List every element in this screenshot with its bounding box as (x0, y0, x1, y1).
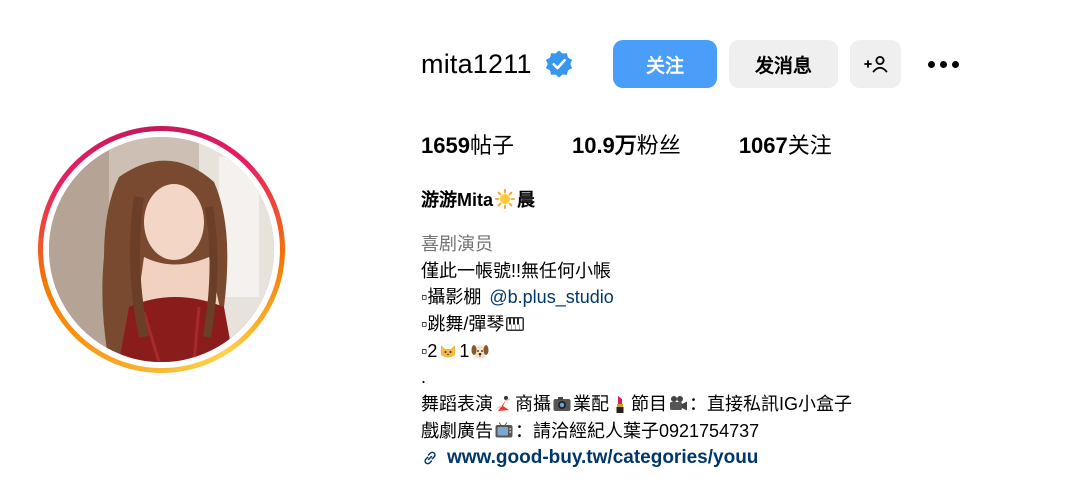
dancer-emoji-icon (496, 396, 511, 412)
posts-label: 帖子 (469, 133, 514, 158)
bio-text: ：請洽經紀人葉子0921754737 (515, 420, 760, 441)
full-name: 游游Mita 晨 (421, 186, 535, 212)
piano-emoji-icon (506, 317, 525, 332)
followers-label: 粉丝 (636, 133, 681, 158)
cat-emoji-icon (441, 345, 456, 358)
bio-line: 僅此一帳號!!無任何小帳 (421, 260, 612, 281)
bio-text: ▫2 (421, 340, 438, 361)
bio-text: 業配 (573, 394, 609, 415)
full-name-text: 游游Mita (421, 190, 493, 210)
add-person-icon (863, 56, 887, 73)
more-options-button[interactable] (920, 40, 966, 88)
full-name-suffix: 晨 (517, 190, 535, 210)
followers-stat[interactable]: 10.9万 粉丝 (572, 128, 681, 160)
username: mita1211 (421, 48, 532, 79)
dot-icon (951, 60, 959, 68)
posts-count: 1659 (421, 133, 470, 158)
following-stat[interactable]: 1067 关注 (739, 128, 832, 160)
bio-line: ▫攝影棚 @b.plus_studio (421, 284, 852, 311)
dot-icon (927, 60, 935, 68)
bio-text: 戲劇廣告 (421, 420, 493, 441)
bio-text: ▫攝影棚 (421, 287, 482, 308)
tv-emoji-icon (495, 422, 513, 438)
follow-button[interactable]: 关注 (613, 40, 717, 88)
film-camera-emoji-icon (670, 396, 687, 411)
bio-line: 戲劇廣告 ：請洽經紀人葉子0921754737 (421, 418, 852, 445)
bio-line: ▫2 1 (421, 338, 852, 365)
verified-badge-icon (545, 50, 572, 78)
category-label: 喜剧演员 (421, 234, 493, 254)
message-button[interactable]: 发消息 (729, 40, 838, 88)
bio-line: 舞蹈表演 商攝 業配 節目 ：直接私訊IG小盒子 (421, 391, 852, 418)
avatar-photo-graphic (49, 137, 274, 362)
posts-stat: 1659 帖子 (421, 128, 514, 160)
bio-text: 節目 (631, 394, 667, 415)
bio: 喜剧演员 僅此一帳號!!無任何小帳 ▫攝影棚 @b.plus_studio ▫跳… (421, 231, 852, 445)
dot-icon (939, 60, 947, 68)
followers-count: 10.9万 (571, 133, 637, 158)
profile-stats: 1659 帖子 10.9万 粉丝 1067 关注 (421, 128, 890, 160)
bio-text: 舞蹈表演 (421, 394, 493, 415)
bio-text: 商攝 (515, 394, 551, 415)
sun-emoji-icon (494, 188, 516, 210)
suggested-accounts-button[interactable] (850, 40, 901, 88)
external-link[interactable]: www.good-buy.tw/categories/youu (421, 445, 758, 471)
following-label: 关注 (787, 133, 832, 158)
story-ring[interactable] (38, 126, 285, 373)
link-icon (424, 451, 436, 465)
external-link-text[interactable]: www.good-buy.tw/categories/youu (447, 447, 758, 469)
bio-text: ▫跳舞/彈琴 (421, 314, 505, 335)
following-count: 1067 (738, 133, 788, 158)
username-row: mita1211 (421, 40, 574, 88)
mention-link[interactable]: @b.plus_studio (489, 284, 613, 311)
bio-line: ▫跳舞/彈琴 (421, 311, 852, 338)
bio-text: 1 (459, 340, 470, 361)
bio-text: ：直接私訊IG小盒子 (689, 394, 853, 415)
dog-emoji-icon (471, 345, 489, 359)
avatar[interactable] (49, 137, 274, 362)
bio-line: . (421, 367, 427, 388)
lipstick-emoji-icon (616, 396, 624, 414)
camera-emoji-icon (553, 397, 571, 412)
